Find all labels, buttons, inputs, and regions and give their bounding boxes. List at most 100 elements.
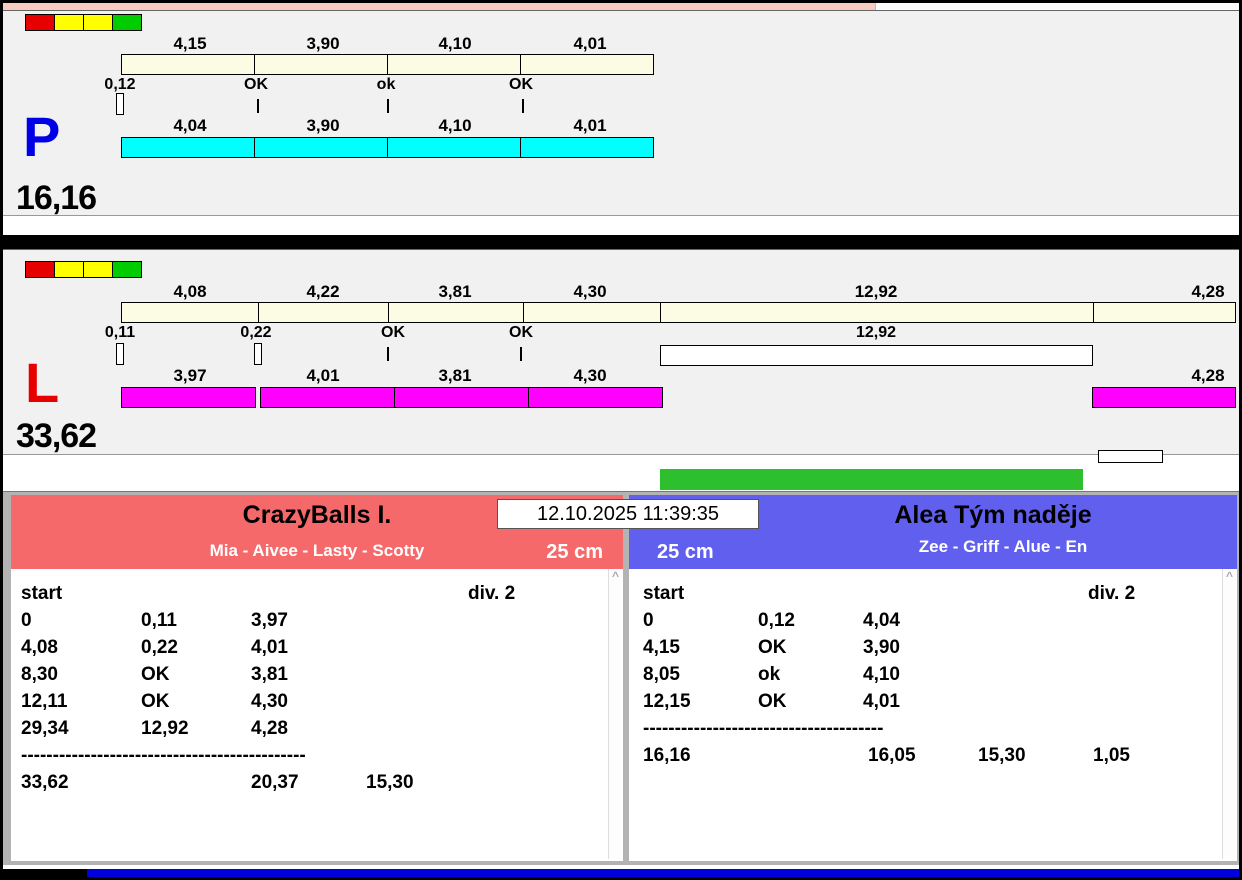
lane-p-split-2: 3,90 bbox=[306, 34, 340, 53]
lane-p-cross-3: ok bbox=[376, 76, 396, 93]
scroll-up-arrow[interactable]: ^ bbox=[1223, 569, 1236, 583]
result-cell: 4,10 bbox=[863, 664, 900, 685]
result-cell: 4,04 bbox=[863, 610, 900, 631]
result-cell: 4,08 bbox=[21, 637, 58, 658]
bar-segment bbox=[388, 138, 521, 157]
footer-blue-strip bbox=[87, 869, 1239, 877]
lane-p-dogtime-3: 4,10 bbox=[438, 116, 472, 135]
clipped-menu-strip bbox=[3, 3, 875, 10]
lane-l-letter: L bbox=[25, 351, 60, 414]
team-panel-left: CrazyBalls I. Mia - Aivee - Lasty - Scot… bbox=[11, 495, 623, 861]
result-cell: 0,11 bbox=[141, 610, 177, 631]
lane-p-dogtime-bar bbox=[121, 137, 654, 158]
team-right-name: Alea Tým naděje bbox=[894, 501, 1092, 529]
lane-p-total-time: 16,16 bbox=[16, 179, 97, 217]
lane-p-split-1: 4,15 bbox=[173, 34, 207, 53]
lane-l-dogtime-1: 3,97 bbox=[173, 366, 207, 385]
best-time: 15,30 bbox=[978, 745, 1026, 766]
tick-mark bbox=[387, 99, 389, 113]
bar-segment bbox=[122, 303, 259, 322]
time-diff: 1,05 bbox=[1093, 745, 1130, 766]
lane-p-dogtime-4: 4,01 bbox=[573, 116, 607, 135]
lane-l-start-tickbox-2 bbox=[254, 343, 262, 365]
app-client-area: 4,15 3,90 4,10 4,01 0,12 OK ok OK 4,04 3… bbox=[3, 3, 1239, 877]
footer-bar bbox=[3, 869, 1239, 877]
division-label: div. 2 bbox=[468, 583, 516, 604]
lane-l-cross-4: OK bbox=[509, 324, 533, 341]
total-time: 16,16 bbox=[643, 745, 691, 766]
division-label: div. 2 bbox=[1088, 583, 1136, 604]
lane-l-start-lights bbox=[25, 261, 142, 278]
bar-segment bbox=[1093, 388, 1235, 407]
tick-mark bbox=[522, 99, 524, 113]
result-cell: 0,22 bbox=[141, 637, 178, 658]
result-cell: 3,97 bbox=[251, 610, 288, 631]
start-light-yellow1-icon bbox=[54, 261, 84, 278]
lane-l-split-bar bbox=[121, 302, 1236, 323]
separator-dashes: -------------------------------------- bbox=[643, 718, 884, 739]
lane-p-start-tickbox bbox=[116, 93, 124, 115]
tick-mark bbox=[520, 347, 522, 361]
result-cell: 4,30 bbox=[251, 691, 288, 712]
result-cell: 4,15 bbox=[643, 637, 680, 658]
lane-l-cross-2: 0,22 bbox=[240, 324, 272, 341]
start-label: start bbox=[643, 583, 685, 604]
result-cell: 8,05 bbox=[643, 664, 680, 685]
bar-segment bbox=[524, 303, 661, 322]
lane-l-longrun-bar bbox=[660, 345, 1093, 366]
lane-l-split-2: 4,22 bbox=[306, 282, 340, 301]
tick-mark bbox=[257, 99, 259, 113]
bar-segment bbox=[661, 346, 1092, 365]
lane-l-dogtime-bar-2 bbox=[260, 387, 663, 408]
bar-segment bbox=[521, 55, 653, 74]
lane-p-start-lights bbox=[25, 14, 142, 31]
start-light-green-icon bbox=[112, 14, 142, 31]
lane-l-dogtime-bar-1 bbox=[121, 387, 256, 408]
team-left-results: start div. 2 0 0,11 3,97 4,08 0,22 4,01 … bbox=[11, 569, 623, 861]
result-cell: 3,90 bbox=[863, 637, 900, 658]
bar-segment bbox=[255, 138, 388, 157]
bar-segment bbox=[255, 55, 388, 74]
result-cell: OK bbox=[141, 691, 170, 712]
team-right-results: start div. 2 0 0,12 4,04 4,15 OK 3,90 8,… bbox=[629, 569, 1237, 861]
start-light-red-icon bbox=[25, 14, 55, 31]
lane-l-total-time: 33,62 bbox=[16, 417, 97, 455]
lane-l-dogtime-3: 3,81 bbox=[438, 366, 472, 385]
lane-p-cross-4: OK bbox=[509, 76, 533, 93]
tick-mark bbox=[387, 347, 389, 361]
lane-l-dogtime-5: 4,28 bbox=[1191, 366, 1225, 385]
lane-l-cross-5: 12,92 bbox=[855, 324, 897, 341]
scrollbar-right-table[interactable]: ^ bbox=[1222, 569, 1236, 859]
progress-bar-green bbox=[660, 469, 1083, 490]
clean-sum: 16,05 bbox=[868, 745, 916, 766]
result-cell: 4,01 bbox=[863, 691, 900, 712]
bar-segment bbox=[521, 138, 653, 157]
lane-l-split-4: 4,30 bbox=[573, 282, 607, 301]
bar-segment bbox=[261, 388, 395, 407]
bar-segment bbox=[388, 55, 521, 74]
lane-p-split-4: 4,01 bbox=[573, 34, 607, 53]
lane-p-cross-1: 0,12 bbox=[104, 76, 136, 93]
team-panel-right: Alea Tým naděje Zee - Griff - Alue - En … bbox=[629, 495, 1237, 861]
scrollbar-left-table[interactable]: ^ bbox=[608, 569, 622, 859]
lane-p-split-bar bbox=[121, 54, 654, 75]
datetime-display: 12.10.2025 11:39:35 bbox=[497, 499, 759, 529]
result-cell: 0 bbox=[643, 610, 654, 631]
bar-segment bbox=[661, 303, 1094, 322]
result-cell: 8,30 bbox=[21, 664, 58, 685]
result-cell: OK bbox=[758, 637, 787, 658]
start-light-yellow2-icon bbox=[83, 14, 113, 31]
lane-p-footer-strip bbox=[3, 215, 1239, 235]
lane-p-split-3: 4,10 bbox=[438, 34, 472, 53]
mini-display-box bbox=[1098, 450, 1163, 463]
result-cell: 12,92 bbox=[141, 718, 189, 739]
bar-segment bbox=[122, 388, 255, 407]
lane-l-split-3: 3,81 bbox=[438, 282, 472, 301]
scroll-up-arrow[interactable]: ^ bbox=[609, 569, 622, 583]
best-time: 15,30 bbox=[366, 772, 414, 793]
lane-l-split-5: 12,92 bbox=[854, 282, 898, 301]
lane-p-dogtime-2: 3,90 bbox=[306, 116, 340, 135]
bar-segment bbox=[529, 388, 662, 407]
lane-l-start-tickbox-1 bbox=[116, 343, 124, 365]
result-cell: 4,28 bbox=[251, 718, 288, 739]
